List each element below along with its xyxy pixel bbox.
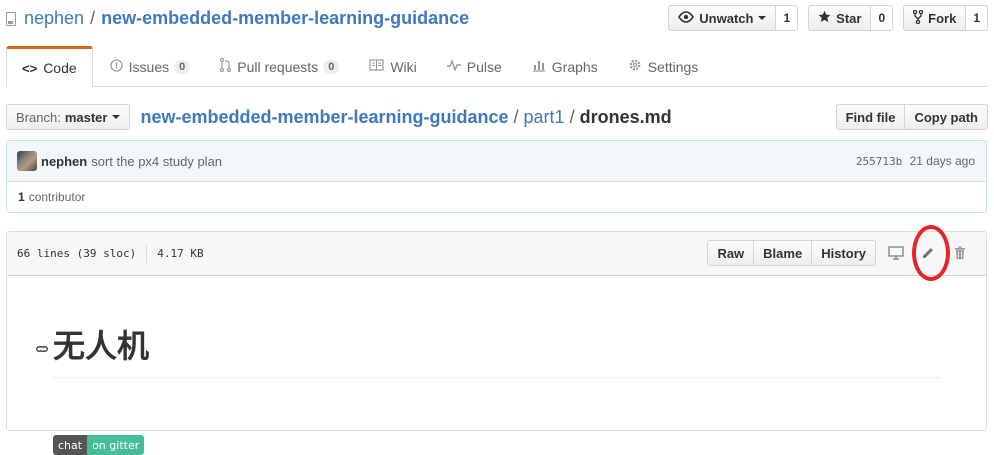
tab-code[interactable]: <> Code (6, 46, 93, 88)
file-header: 66 lines (39 sloc) 4.17 KB Raw Blame His… (7, 232, 986, 276)
star-icon (818, 10, 831, 26)
contributors-bar[interactable]: 1 contributor (6, 181, 987, 213)
contributor-label: contributor (28, 190, 86, 204)
breadcrumb: new-embedded-member-learning-guidance / … (140, 107, 671, 128)
tab-pull-requests[interactable]: Pull requests 0 (205, 46, 354, 87)
repo-actions: Unwatch 1 Star 0 Fork 1 (668, 5, 988, 31)
tab-wiki-label: Wiki (390, 58, 417, 75)
tab-settings-label: Settings (647, 58, 699, 75)
repo-nav: <> Code Issues 0 Pull requests 0 Wiki Pu… (6, 46, 988, 88)
copy-path-button[interactable]: Copy path (905, 104, 988, 130)
star-group: Star 0 (808, 5, 894, 31)
contributor-count: 1 (18, 190, 25, 204)
eye-icon (678, 10, 695, 26)
breadcrumb-file: drones.md (579, 106, 672, 127)
link-icon[interactable] (35, 342, 49, 356)
star-count[interactable]: 0 (871, 5, 894, 31)
history-button[interactable]: History (812, 240, 876, 266)
file-lines: 66 lines (39 sloc) (17, 247, 137, 260)
badge-left: chat (53, 435, 88, 455)
fork-count[interactable]: 1 (966, 5, 988, 31)
commit-time: 21 days ago (909, 154, 975, 168)
book-icon (369, 59, 384, 74)
pencil-icon[interactable] (916, 240, 940, 266)
blame-button[interactable]: Blame (754, 240, 813, 266)
repo-title: nephen / new-embedded-member-learning-gu… (6, 8, 469, 29)
code-icon: <> (22, 60, 38, 76)
breadcrumb-dir-link[interactable]: part1 (524, 107, 565, 128)
graph-icon (532, 59, 546, 75)
commit-sha-link[interactable]: 255713b (856, 155, 902, 168)
breadcrumb-separator: / (513, 106, 519, 127)
tab-issues-label: Issues (128, 58, 170, 75)
watch-group: Unwatch 1 (668, 5, 799, 31)
issue-icon (109, 58, 123, 75)
branch-select-button[interactable]: Branch: master (6, 104, 131, 130)
gear-icon (628, 58, 642, 75)
file-info: 66 lines (39 sloc) 4.17 KB (17, 244, 204, 263)
tab-pulse-label: Pulse (466, 58, 502, 75)
tab-wiki[interactable]: Wiki (354, 46, 431, 87)
desktop-icon[interactable] (884, 240, 908, 266)
readme-heading: 无人机 (53, 321, 941, 378)
commit-tease: nephen sort the px4 study plan 255713b 2… (6, 140, 987, 182)
repo-header: nephen / new-embedded-member-learning-gu… (0, 0, 994, 38)
find-file-button[interactable]: Find file (835, 104, 906, 130)
tab-issues[interactable]: Issues 0 (95, 46, 206, 87)
branch-label: Branch: (16, 109, 61, 125)
star-button[interactable]: Star (808, 5, 872, 31)
breadcrumb-separator: / (569, 106, 575, 127)
file-actions: Raw Blame History (707, 240, 972, 266)
trash-icon[interactable] (948, 240, 972, 266)
commit-meta: 255713b 21 days ago (856, 154, 975, 168)
unwatch-label: Unwatch (699, 10, 754, 26)
watch-count[interactable]: 1 (776, 5, 799, 31)
chevron-down-icon (112, 115, 121, 119)
badge-right: on gitter (87, 435, 145, 455)
fork-icon (912, 9, 924, 27)
file-info-divider (146, 244, 148, 263)
repo-name-link[interactable]: new-embedded-member-learning-guidance (101, 8, 469, 29)
tab-pulse[interactable]: Pulse (432, 46, 517, 87)
fork-button[interactable]: Fork (903, 5, 967, 31)
tab-settings[interactable]: Settings (613, 46, 714, 87)
tab-pull-requests-label: Pull requests (237, 58, 319, 75)
gitter-badge[interactable]: chat on gitter (53, 435, 145, 455)
fork-label: Fork (928, 10, 957, 26)
repo-separator: / (90, 8, 96, 28)
file-navigation: Branch: master new-embedded-member-learn… (6, 104, 988, 130)
star-label: Star (836, 10, 862, 26)
branch-value: master (64, 109, 108, 125)
commit-author-link[interactable]: nephen (41, 154, 87, 169)
avatar[interactable] (17, 151, 37, 171)
raw-button[interactable]: Raw (707, 240, 755, 266)
chevron-down-icon (758, 16, 767, 20)
tab-graphs-label: Graphs (551, 58, 598, 75)
fork-group: Fork 1 (903, 5, 988, 31)
commit-message-link[interactable]: sort the px4 study plan (91, 154, 222, 169)
pull-requests-counter: 0 (323, 59, 340, 74)
issues-counter: 0 (174, 59, 191, 74)
pull-request-icon (220, 57, 232, 75)
repo-owner-link[interactable]: nephen (24, 8, 84, 29)
repo-icon (6, 11, 16, 26)
tab-code-label: Code (43, 60, 77, 76)
breadcrumb-repo-link[interactable]: new-embedded-member-learning-guidance (140, 107, 508, 128)
file-nav-actions: Find file Copy path (835, 104, 988, 130)
file-size: 4.17 KB (157, 247, 204, 260)
file-box: 66 lines (39 sloc) 4.17 KB Raw Blame His… (6, 231, 987, 455)
pulse-icon (446, 58, 461, 74)
unwatch-button[interactable]: Unwatch (668, 5, 777, 31)
tab-graphs[interactable]: Graphs (517, 46, 613, 87)
